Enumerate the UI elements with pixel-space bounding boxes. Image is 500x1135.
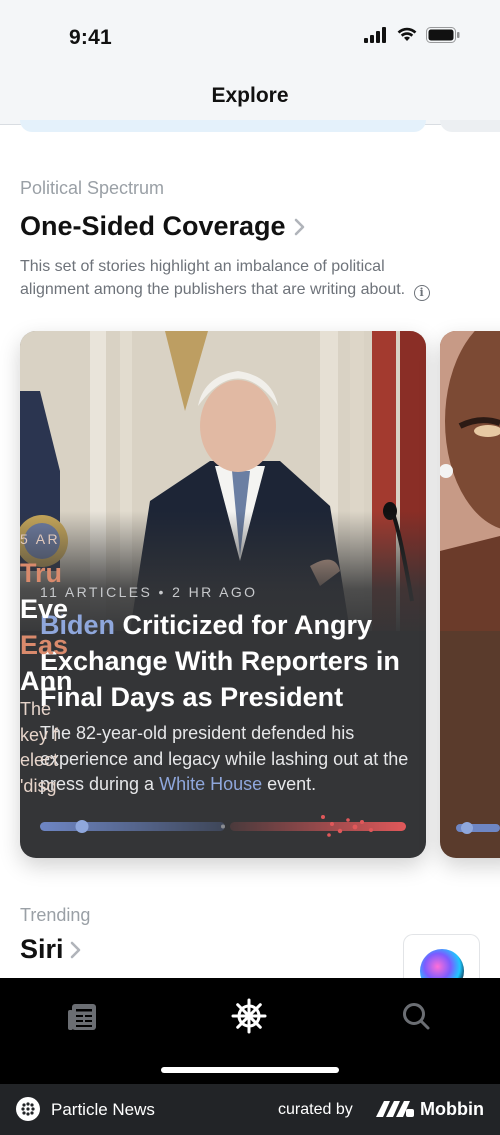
- next-story-summary: The key f elect 'disg: [20, 697, 58, 799]
- next-story-photo: [440, 331, 500, 631]
- info-icon[interactable]: i: [413, 285, 430, 301]
- status-icons: [364, 27, 460, 43]
- attribution-footer: Particle News curated by Mobbin: [0, 1084, 500, 1135]
- summary-text-end: event.: [262, 774, 317, 794]
- story-card[interactable]: 11 ARTICLES • 2 HR AGO Biden Criticized …: [20, 331, 426, 858]
- cellular-signal-icon: [364, 27, 386, 43]
- footer-brand: Mobbin: [420, 1099, 484, 1119]
- previous-card-edge-secondary: [440, 120, 500, 132]
- tab-news[interactable]: [63, 996, 103, 1036]
- next-headline-line-1: Tru: [20, 558, 63, 588]
- next-story-photo-illustration: [440, 331, 500, 631]
- next-summary-line-4: 'disg: [20, 775, 57, 796]
- story-headline: Biden Criticized for Angry Exchange With…: [40, 607, 410, 715]
- story-summary: The 82-year-old president defended his e…: [40, 721, 410, 798]
- next-headline-line-2: Eve: [20, 594, 69, 624]
- section-title: One-Sided Coverage: [20, 211, 286, 241]
- tab-bar: [0, 978, 500, 1084]
- wifi-icon: [397, 27, 417, 41]
- next-headline-line-4: Ann: [20, 666, 73, 696]
- battery-icon: [426, 27, 460, 43]
- home-indicator[interactable]: [161, 1067, 339, 1073]
- mobbin-logo-icon: [376, 1101, 414, 1117]
- section-title-link[interactable]: One-Sided Coverage: [20, 211, 306, 242]
- top-bar: 9:41 Explore: [0, 0, 500, 125]
- next-story-headline: Tru Eve Eas Ann: [20, 555, 72, 699]
- footer-curated-label: curated by: [278, 1101, 353, 1118]
- section-description-text: This set of stories highlight an imbalan…: [20, 258, 406, 298]
- next-summary-line-1: The: [20, 699, 52, 719]
- trending-topic-link[interactable]: Siri: [20, 934, 82, 965]
- next-headline-line-3: Eas: [20, 630, 69, 660]
- next-story-card[interactable]: [440, 331, 500, 858]
- previous-card-edge: [20, 120, 426, 132]
- ship-wheel-icon: [231, 998, 267, 1034]
- next-summary-line-2: key f: [20, 724, 59, 745]
- section-eyebrow: Political Spectrum: [20, 178, 165, 198]
- newspaper-icon: [68, 1004, 96, 1030]
- chevron-right-icon: [294, 218, 304, 235]
- particle-logo-icon: [16, 1097, 40, 1121]
- tab-search[interactable]: [396, 996, 436, 1036]
- next-story-spectrum-bar: [456, 822, 500, 834]
- chevron-right-icon: [70, 941, 80, 958]
- section-description: This set of stories highlight an imbalan…: [20, 255, 440, 301]
- search-icon: [403, 1003, 430, 1030]
- page-title: Explore: [211, 84, 289, 107]
- story-meta: 11 ARTICLES • 2 HR AGO: [40, 584, 258, 600]
- footer-app-name: Particle News: [51, 1100, 155, 1119]
- summary-entity-link[interactable]: White House: [159, 774, 262, 794]
- status-time: 9:41: [69, 26, 112, 49]
- trending-topic-title: Siri: [20, 934, 64, 964]
- next-story-meta: 5 AR: [20, 531, 60, 547]
- political-spectrum-bar: [40, 815, 406, 837]
- tab-explore[interactable]: [229, 996, 269, 1036]
- next-summary-line-3: elect: [20, 750, 59, 770]
- trending-eyebrow: Trending: [20, 905, 91, 925]
